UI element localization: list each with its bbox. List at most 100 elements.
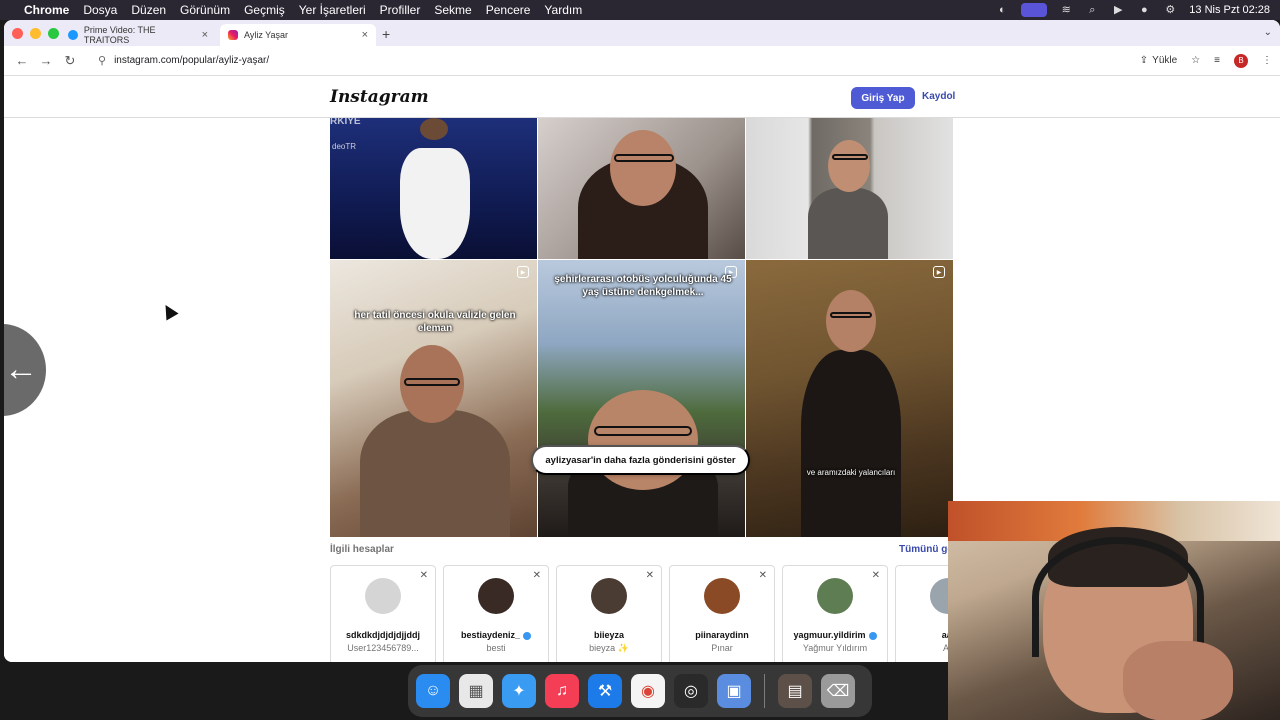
obs-icon[interactable]: ◎ [674, 674, 708, 708]
account-username: bestiaydeniz_ [444, 630, 548, 640]
menu-help[interactable]: Yardım [544, 3, 582, 17]
post-glasses [832, 154, 868, 160]
close-tab-icon[interactable]: × [362, 29, 368, 41]
close-window-button[interactable] [12, 28, 23, 39]
close-tab-icon[interactable]: × [202, 29, 208, 41]
menu-view[interactable]: Görünüm [180, 3, 230, 17]
avatar[interactable] [591, 578, 627, 614]
minimize-window-button[interactable] [30, 28, 41, 39]
screen-record-icon[interactable] [1021, 3, 1048, 17]
menu-history[interactable]: Geçmiş [244, 3, 285, 17]
tab-search-chevron-icon[interactable]: ⌄ [1264, 27, 1272, 38]
post-tile[interactable]: ▶ her tatil öncesi okula valizle gelen e… [330, 260, 537, 537]
related-account-card[interactable]: ✕ piinaraydinn Pınar [669, 565, 775, 662]
tab-instagram[interactable]: Ayliz Yaşar × [220, 24, 376, 46]
trash-icon[interactable]: ⌫ [821, 674, 855, 708]
account-username: sdkdkdjdjdjdjjddj [346, 630, 420, 640]
macos-dock: ☺ ▦ ✦ ♫ ⚒ ◉ ◎ ▣ ▤ ⌫ [408, 665, 872, 717]
reel-icon: ▶ [933, 266, 945, 278]
verified-badge-icon [868, 631, 877, 640]
media-play-icon[interactable]: ▶ [1111, 4, 1125, 16]
swipe-back-indicator[interactable]: ← [4, 324, 46, 416]
post-figure [801, 350, 901, 537]
see-all-link[interactable]: Tümünü gö [899, 544, 953, 555]
xcode-icon[interactable]: ⚒ [588, 674, 622, 708]
back-icon[interactable]: ← [12, 53, 32, 68]
archive-icon[interactable]: ▤ [778, 674, 812, 708]
dismiss-icon[interactable]: ✕ [420, 570, 428, 581]
wifi-icon[interactable]: ≋ [1059, 4, 1073, 16]
related-accounts-list: ✕ sdkdkdjdjdjdjjddj User123456789... ✕ b… [330, 565, 1001, 662]
post-glasses [404, 378, 460, 386]
menu-window[interactable]: Pencere [486, 3, 531, 17]
post-tile[interactable]: ▶ şehirlerarası otobüs yolculuğunda 45 y… [538, 260, 745, 537]
chrome-icon[interactable]: ◉ [631, 674, 665, 708]
webcam-overlay [948, 501, 1280, 720]
upload-label: Yükle [1152, 55, 1178, 66]
account-fullname: bieyza ✨ [589, 643, 629, 653]
tab-media-icon[interactable]: ≡ [1214, 55, 1220, 66]
avatar[interactable] [704, 578, 740, 614]
simulator-icon[interactable]: ▣ [717, 674, 751, 708]
dismiss-icon[interactable]: ✕ [533, 570, 541, 581]
reel-icon: ▶ [517, 266, 529, 278]
avatar[interactable] [817, 578, 853, 614]
instagram-logo[interactable]: Instagram [330, 87, 429, 107]
account-username: piinaraydinn [695, 630, 749, 640]
new-tab-icon[interactable]: + [382, 26, 390, 42]
menu-bookmarks[interactable]: Yer İşaretleri [299, 3, 366, 17]
menu-tab[interactable]: Sekme [434, 3, 471, 17]
control-center-icon[interactable]: ⚙ [1163, 4, 1177, 16]
address-bar[interactable]: ⚲ instagram.com/popular/ayliz-yaşar/ [92, 49, 1140, 73]
post-tile[interactable]: ▶ ve aramızdaki yalancıları [746, 260, 953, 537]
tab-strip: Prime Video: THE TRAITORS × Ayliz Yaşar … [4, 20, 1280, 46]
reload-icon[interactable]: ↻ [60, 53, 80, 69]
account-fullname: besti [486, 643, 506, 653]
launchpad-icon[interactable]: ▦ [459, 674, 493, 708]
post-tile[interactable] [538, 118, 745, 259]
account-fullname: Yağmur Yıldırım [802, 643, 868, 653]
post-tile[interactable]: RKIYE deoTR [330, 118, 537, 259]
spotlight-search-icon[interactable]: ⌕ [1085, 4, 1099, 16]
toolbar-actions: ⇪ Yükle ☆ ≡ B ⋮ [1140, 53, 1272, 68]
login-button[interactable]: Giriş Yap [851, 87, 915, 109]
finder-icon[interactable]: ☺ [416, 674, 450, 708]
menu-edit[interactable]: Düzen [131, 3, 166, 17]
account-username: yagmuur.yildirim [783, 630, 887, 640]
avatar[interactable] [365, 578, 401, 614]
forward-icon[interactable]: → [36, 53, 56, 68]
post-figure-head [420, 118, 448, 140]
post-tile[interactable] [746, 118, 953, 259]
site-info-icon[interactable]: ⚲ [98, 54, 106, 67]
upload-button[interactable]: ⇪ Yükle [1140, 55, 1177, 66]
dismiss-icon[interactable]: ✕ [872, 570, 880, 581]
show-more-posts-button[interactable]: aylizyasar'in daha fazla gönderisini gös… [531, 445, 750, 475]
post-caption-overlay: her tatil öncesi okula valizle gelen ele… [354, 310, 516, 334]
dismiss-icon[interactable]: ✕ [759, 570, 767, 581]
menu-file[interactable]: Dosya [83, 3, 117, 17]
siri-icon[interactable]: ● [1137, 4, 1151, 16]
related-account-card[interactable]: ✕ yagmuur.yildirim Yağmur Yıldırım [782, 565, 888, 662]
related-account-card[interactable]: ✕ biieyza bieyza ✨ [556, 565, 662, 662]
dock-separator [764, 674, 765, 708]
zoom-window-button[interactable] [48, 28, 59, 39]
macos-menubar: Chrome Dosya Düzen Görünüm Geçmiş Yer İş… [0, 0, 1280, 20]
related-account-card[interactable]: ✕ bestiaydeniz_ besti [443, 565, 549, 662]
post-caption-overlay: ve aramızdaki yalancıları [806, 468, 896, 477]
post-glasses [594, 426, 692, 436]
dismiss-icon[interactable]: ✕ [646, 570, 654, 581]
menu-app-name[interactable]: Chrome [24, 3, 69, 17]
headset-icon [1032, 537, 1204, 657]
avatar[interactable] [478, 578, 514, 614]
profile-avatar[interactable]: B [1234, 53, 1248, 68]
music-icon[interactable]: ♫ [545, 674, 579, 708]
related-account-card[interactable]: ✕ sdkdkdjdjdjdjjddj User123456789... [330, 565, 436, 662]
signup-link[interactable]: Kaydol [922, 91, 955, 102]
menu-profiles[interactable]: Profiller [380, 3, 421, 17]
chrome-menu-icon[interactable]: ⋮ [1262, 55, 1272, 66]
screen-mirror-icon[interactable]: ◐ [995, 4, 1009, 16]
bookmark-star-icon[interactable]: ☆ [1191, 55, 1200, 66]
tab-prime-video[interactable]: Prime Video: THE TRAITORS × [60, 24, 216, 46]
safari-icon[interactable]: ✦ [502, 674, 536, 708]
menubar-clock[interactable]: 13 Nis Pzt 02:28 [1189, 4, 1270, 16]
